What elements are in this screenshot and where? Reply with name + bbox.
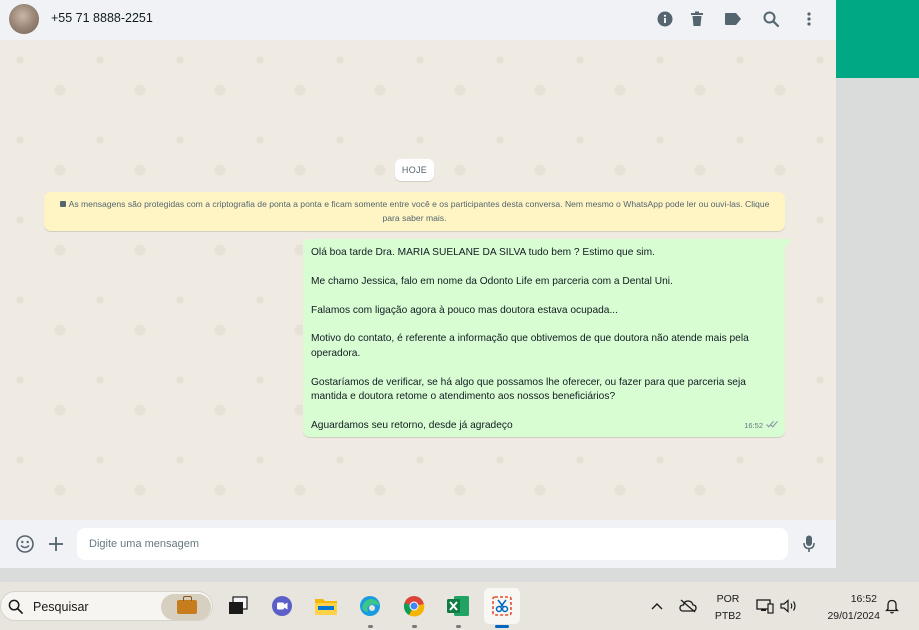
meet-icon[interactable]: [270, 594, 294, 618]
info-icon[interactable]: [656, 10, 674, 28]
label-icon[interactable]: [724, 10, 742, 28]
message-line: Olá boa tarde Dra. MARIA SUELANE DA SILV…: [311, 247, 655, 258]
lock-icon: [59, 201, 66, 207]
side-panel-background: [836, 0, 919, 582]
message-line: Gostaríamos de verificar, se há algo que…: [311, 376, 746, 402]
message-composer: [0, 520, 836, 568]
plus-icon[interactable]: [46, 534, 66, 554]
message-line: Falamos com ligação agora à pouco mas do…: [311, 304, 618, 316]
clock-time: 16:52: [850, 593, 877, 605]
contact-avatar[interactable]: [9, 4, 39, 34]
encryption-notice[interactable]: As mensagens são protegidas com a cripto…: [44, 192, 785, 231]
clock-date: 29/01/2024: [827, 610, 880, 622]
excel-running-indicator: [456, 625, 461, 628]
network-icon[interactable]: [756, 597, 774, 615]
snipping-tool-active-indicator: [495, 625, 509, 628]
taskbar-search[interactable]: Pesquisar: [0, 591, 213, 621]
trash-icon[interactable]: [688, 10, 706, 28]
message-line: Aguardamos seu retorno, desde já agradeç…: [311, 419, 513, 431]
edge-icon[interactable]: [358, 594, 382, 618]
briefcase-icon: [177, 596, 197, 614]
outgoing-message[interactable]: Olá boa tarde Dra. MARIA SUELANE DA SILV…: [303, 239, 785, 437]
message-meta: 16:52: [744, 419, 778, 433]
task-view-icon[interactable]: [226, 594, 250, 618]
language-code: POR: [716, 593, 740, 605]
side-accent-bar: [836, 0, 919, 78]
language-indicator[interactable]: POR PTB2: [714, 592, 742, 623]
clock[interactable]: 16:52 29/01/2024: [810, 592, 880, 623]
encryption-notice-text: As mensagens são protegidas com a cripto…: [68, 199, 770, 223]
excel-icon[interactable]: [446, 594, 470, 618]
search-icon[interactable]: [762, 10, 780, 28]
taskbar-search-label: Pesquisar: [33, 600, 89, 614]
file-explorer-icon[interactable]: [314, 594, 338, 618]
chat-window: +55 71 8888-2251 HOJE As mensagens são p…: [0, 0, 836, 568]
double-check-icon: [766, 419, 778, 433]
cloud-off-icon[interactable]: [679, 597, 697, 615]
message-input[interactable]: [77, 528, 788, 560]
snipping-tool-icon[interactable]: [490, 594, 514, 618]
chrome-running-indicator: [412, 625, 417, 628]
windows-taskbar: Pesquisar POR PTB2 16:52 29/01/2024: [0, 582, 919, 630]
message-line: Me chamo Jessica, falo em nome da Odonto…: [311, 275, 673, 287]
emoji-icon[interactable]: [15, 534, 35, 554]
bubble-tail: [785, 239, 793, 247]
date-chip: HOJE: [395, 159, 434, 181]
message-line: Motivo do contato, é referente a informa…: [311, 333, 749, 359]
message-time: 16:52: [744, 420, 763, 430]
keyboard-layout: PTB2: [714, 610, 742, 622]
chat-header: +55 71 8888-2251: [0, 0, 836, 40]
contact-name[interactable]: +55 71 8888-2251: [51, 11, 153, 25]
notification-bell-icon[interactable]: [883, 597, 901, 615]
edge-running-indicator: [368, 625, 373, 628]
chrome-icon[interactable]: [402, 594, 426, 618]
microphone-icon[interactable]: [799, 534, 819, 554]
search-icon: [8, 599, 23, 619]
volume-icon[interactable]: [780, 597, 798, 615]
menu-icon[interactable]: [800, 10, 818, 28]
chevron-up-icon[interactable]: [648, 597, 666, 615]
